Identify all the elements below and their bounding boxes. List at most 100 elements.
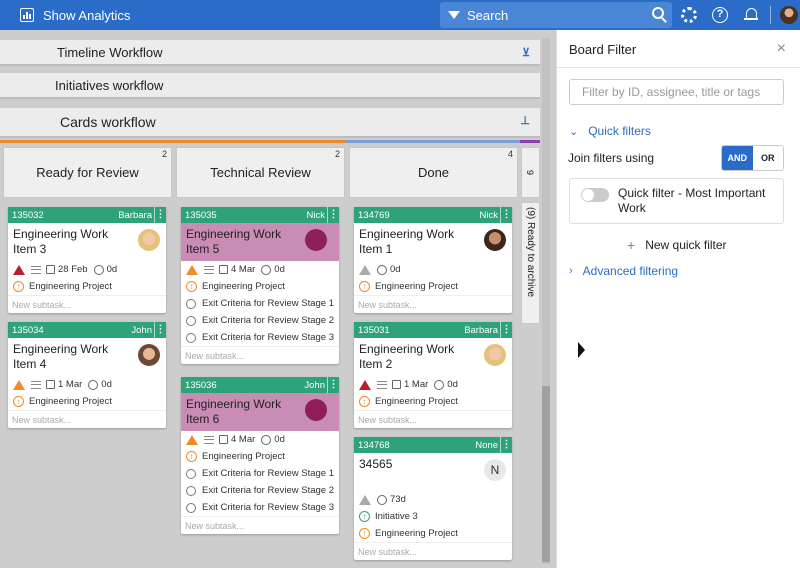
card[interactable]: 135031 Barbara ⋮ Engineering Work Item 2…: [354, 322, 512, 428]
card-project[interactable]: ↑ Engineering Project: [354, 525, 512, 542]
column-header-technical-review[interactable]: Technical Review 2: [176, 147, 345, 198]
card[interactable]: 135035 Nick ⋮ Engineering Work Item 5 4 …: [181, 207, 339, 364]
card-title-text: Engineering Work Item 5: [186, 227, 282, 256]
checklist-item[interactable]: Exit Criteria for Review Stage 2: [181, 482, 339, 499]
avatar[interactable]: [484, 344, 506, 366]
card-project[interactable]: ↑ Engineering Project: [8, 393, 166, 410]
days-count: 0d: [274, 264, 285, 275]
card-initiative[interactable]: ↑ Initiative 3: [354, 508, 512, 525]
card-project[interactable]: ↑ Engineering Project: [354, 393, 512, 410]
more-icon[interactable]: ⋮: [500, 437, 512, 453]
card[interactable]: 134768 None ⋮ 34565 N 73d ↑ Initiative 3…: [354, 437, 512, 560]
more-icon[interactable]: ⋮: [327, 207, 339, 223]
checklist-item[interactable]: Exit Criteria for Review Stage 3: [181, 499, 339, 516]
card-title[interactable]: Engineering Work Item 3: [8, 223, 166, 261]
warning-icon: [13, 379, 25, 390]
card-title[interactable]: Engineering Work Item 2: [354, 338, 512, 376]
card-title[interactable]: Engineering Work Item 5: [181, 223, 339, 261]
quick-filter-name: Quick filter - Most Important Work: [618, 186, 766, 215]
card-header: 135036 John ⋮: [181, 377, 339, 393]
avatar[interactable]: N: [484, 459, 506, 481]
card-title[interactable]: Engineering Work Item 4: [8, 338, 166, 376]
advanced-filtering-toggle[interactable]: › Advanced filtering: [569, 264, 678, 278]
scrollbar-thumb[interactable]: [542, 386, 550, 562]
more-icon[interactable]: ⋮: [500, 322, 512, 338]
project-label: Engineering Project: [375, 281, 458, 292]
avatar[interactable]: [780, 6, 798, 24]
filter-input[interactable]: [569, 79, 784, 105]
more-icon[interactable]: ⋮: [154, 207, 166, 223]
collapse-icon[interactable]: ⊻: [522, 46, 530, 59]
avatar[interactable]: [484, 229, 506, 251]
gear-icon[interactable]: [681, 7, 697, 23]
checklist-item[interactable]: Exit Criteria for Review Stage 3: [181, 329, 339, 346]
checkbox-icon[interactable]: [186, 502, 196, 513]
avatar[interactable]: [305, 229, 333, 251]
card[interactable]: 135032 Barbara ⋮ Engineering Work Item 3…: [8, 207, 166, 313]
workflow-row-initiatives[interactable]: Initiatives workflow: [0, 73, 540, 99]
quick-filter-item[interactable]: Quick filter - Most Important Work: [569, 178, 784, 224]
card-title[interactable]: Engineering Work Item 1: [354, 223, 512, 261]
more-icon[interactable]: ⋮: [154, 322, 166, 338]
new-subtask-input[interactable]: New subtask...: [181, 346, 339, 364]
or-button[interactable]: OR: [752, 146, 783, 170]
checklist-item[interactable]: Exit Criteria for Review Stage 2: [181, 312, 339, 329]
checkbox-icon[interactable]: [186, 468, 196, 479]
column-header-ready-for-review[interactable]: Ready for Review 2: [3, 147, 172, 198]
and-button[interactable]: AND: [722, 146, 753, 170]
archive-column-header[interactable]: 9: [521, 147, 540, 198]
card-id: 134769: [358, 209, 390, 221]
workflow-row-timeline[interactable]: Timeline Workflow ⊻: [0, 40, 540, 66]
checkbox-icon[interactable]: [186, 315, 196, 326]
column-header-done[interactable]: Done 4: [349, 147, 518, 198]
avatar[interactable]: [138, 344, 160, 366]
checklist-item[interactable]: Exit Criteria for Review Stage 1: [181, 295, 339, 312]
card-project[interactable]: ↑ Engineering Project: [181, 278, 339, 295]
pin-icon[interactable]: ⊥: [520, 114, 530, 127]
archive-column[interactable]: (9) Ready to archive: [521, 202, 540, 324]
card[interactable]: 135034 John ⋮ Engineering Work Item 4 1 …: [8, 322, 166, 428]
checkbox-icon[interactable]: [186, 332, 196, 343]
card-header: 134769 Nick ⋮: [354, 207, 512, 223]
description-icon: [204, 435, 214, 444]
filter-icon[interactable]: [448, 11, 460, 19]
project-label: Engineering Project: [375, 528, 458, 539]
card[interactable]: 134769 Nick ⋮ Engineering Work Item 1 0d…: [354, 207, 512, 313]
card-title[interactable]: Engineering Work Item 6: [181, 393, 339, 431]
checkbox-icon[interactable]: [186, 298, 196, 309]
close-icon[interactable]: ×: [777, 40, 786, 58]
bell-icon[interactable]: [743, 7, 759, 23]
clock-icon: [93, 264, 104, 275]
new-subtask-input[interactable]: New subtask...: [354, 542, 512, 560]
search-icon[interactable]: [652, 7, 664, 19]
new-quick-filter-button[interactable]: + New quick filter: [627, 237, 727, 253]
card[interactable]: 135036 John ⋮ Engineering Work Item 6 4 …: [181, 377, 339, 534]
warning-icon: [186, 434, 198, 445]
checklist-item[interactable]: Exit Criteria for Review Stage 1: [181, 465, 339, 482]
new-subtask-input[interactable]: New subtask...: [354, 295, 512, 313]
new-subtask-input[interactable]: New subtask...: [181, 516, 339, 534]
days-count: 0d: [106, 264, 118, 275]
description-icon: [204, 265, 214, 274]
search-box[interactable]: Search: [440, 2, 672, 28]
calendar-icon: [46, 265, 55, 274]
help-icon[interactable]: ?: [712, 7, 728, 23]
quick-filter-switch[interactable]: [581, 188, 609, 202]
new-subtask-input[interactable]: New subtask...: [354, 410, 512, 428]
workflow-row-cards[interactable]: Cards workflow ⊥: [0, 108, 540, 138]
card-project[interactable]: ↑ Engineering Project: [8, 278, 166, 295]
avatar[interactable]: [305, 399, 333, 421]
new-subtask-input[interactable]: New subtask...: [8, 410, 166, 428]
card-title[interactable]: 34565 N: [354, 453, 512, 491]
calendar-icon: [46, 380, 55, 389]
new-subtask-input[interactable]: New subtask...: [8, 295, 166, 313]
avatar[interactable]: [138, 229, 160, 251]
show-analytics-button[interactable]: Show Analytics: [20, 8, 130, 23]
quick-filters-toggle[interactable]: ⌄ Quick filters: [569, 124, 651, 138]
more-icon[interactable]: ⋮: [327, 377, 339, 393]
card-project[interactable]: ↑ Engineering Project: [354, 278, 512, 295]
more-icon[interactable]: ⋮: [500, 207, 512, 223]
card-project[interactable]: ↑ Engineering Project: [181, 448, 339, 465]
checkbox-icon[interactable]: [186, 485, 196, 496]
parent-icon: ↑: [359, 396, 370, 407]
